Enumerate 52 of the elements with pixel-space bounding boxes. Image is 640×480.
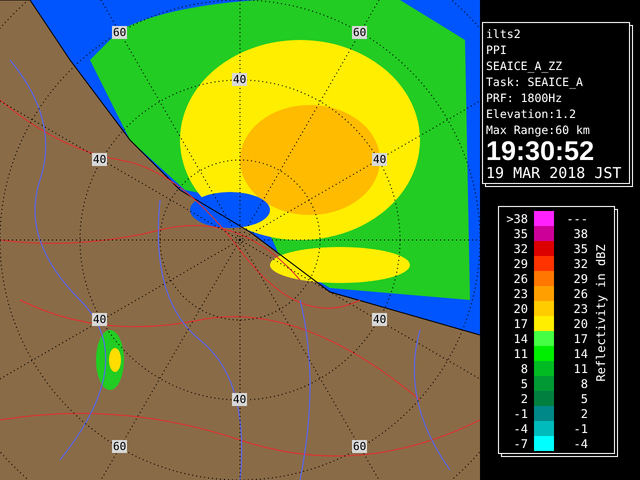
legend-value: 20 bbox=[512, 302, 529, 316]
info-text: PPI bbox=[486, 42, 508, 58]
range-label: 60 bbox=[112, 440, 128, 453]
range-label: 40 bbox=[92, 313, 108, 326]
legend-value: 5 bbox=[520, 376, 529, 390]
legend-value: -1 bbox=[512, 406, 529, 420]
range-label: 60 bbox=[352, 26, 368, 39]
legend-value: 14 bbox=[572, 346, 588, 360]
legend-value: 17 bbox=[512, 316, 529, 330]
legend-value: 14 bbox=[512, 332, 529, 346]
range-label: 40 bbox=[372, 313, 388, 326]
legend-value: 26 bbox=[572, 286, 588, 300]
legend-value: 8 bbox=[520, 362, 529, 376]
legend-title: Reflectivity in dBZ bbox=[594, 244, 608, 382]
legend-value: 2 bbox=[580, 406, 588, 420]
legend-value: 35 bbox=[512, 226, 529, 240]
legend-value: -1 bbox=[572, 422, 588, 436]
range-label: 40 bbox=[232, 393, 248, 406]
legend-value: 35 bbox=[572, 242, 588, 256]
date-text: 19 MAR 2018 JST bbox=[486, 163, 622, 183]
legend-value: 32 bbox=[512, 242, 529, 256]
legend-value: -7 bbox=[512, 436, 529, 450]
legend-value: 38 bbox=[572, 226, 588, 240]
info-text: Task: SEAICE_A bbox=[486, 74, 584, 90]
info-text: Max Range:60 km bbox=[486, 122, 591, 138]
range-label: 40 bbox=[372, 153, 388, 166]
legend-value: 26 bbox=[512, 272, 529, 286]
info-text: ilts2 bbox=[486, 26, 522, 42]
legend-value: 8 bbox=[580, 376, 588, 390]
time-text: 19:30:52 bbox=[486, 139, 596, 163]
legend-value: 23 bbox=[512, 286, 529, 300]
range-label: 40 bbox=[232, 73, 248, 86]
info-text: SEAICE_A_ZZ bbox=[486, 58, 564, 74]
range-label: 40 bbox=[92, 153, 108, 166]
info-text: Elevation:1.2 bbox=[486, 106, 578, 122]
legend-value: 5 bbox=[580, 392, 588, 406]
range-label: 60 bbox=[352, 440, 368, 453]
legend-value: 20 bbox=[572, 316, 588, 330]
legend-value: 29 bbox=[512, 256, 529, 270]
legend-value: 2 bbox=[520, 392, 529, 406]
legend-value: 11 bbox=[512, 346, 529, 360]
legend-value: 11 bbox=[572, 362, 588, 376]
legend-value: 29 bbox=[572, 272, 588, 286]
legend-value: 23 bbox=[572, 302, 588, 316]
range-label: 60 bbox=[112, 26, 128, 39]
legend-value: --- bbox=[565, 212, 588, 226]
legend-value: -4 bbox=[512, 422, 529, 436]
legend-value: -4 bbox=[572, 436, 588, 450]
legend-value: 17 bbox=[572, 332, 588, 346]
legend-value: 32 bbox=[572, 256, 588, 270]
legend-value: >38 bbox=[505, 212, 529, 226]
info-text: PRF: 1800Hz bbox=[486, 90, 564, 106]
